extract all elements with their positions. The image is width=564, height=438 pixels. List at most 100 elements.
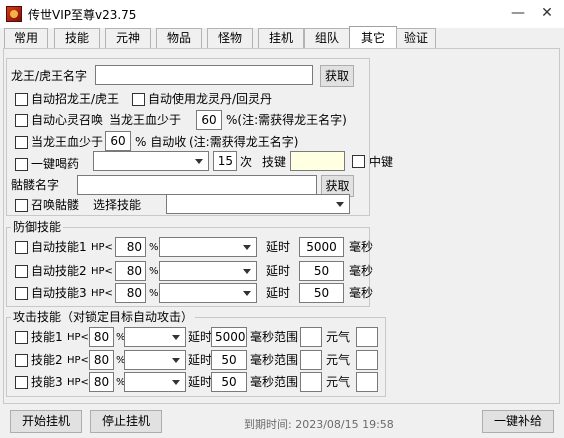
title-bar: 传世VIP至尊v23.75 — ✕	[0, 0, 564, 28]
defense-skill-1-checkbox[interactable]	[15, 241, 28, 254]
auto-recall-suffix: % 自动收	[135, 135, 187, 149]
minimize-icon[interactable]: —	[508, 4, 528, 22]
attack-skill-2-select[interactable]	[124, 350, 186, 370]
recall-note-label: (注:需获得龙王名字)	[189, 135, 299, 149]
hp-prefix: HP<	[91, 288, 113, 299]
defense-skill-2-checkbox[interactable]	[15, 265, 28, 278]
chevron-down-icon	[336, 202, 344, 207]
ms-unit-label: 毫秒	[349, 286, 374, 300]
attack-skill-1-label: 技能1	[31, 330, 63, 344]
defense-skill-3-delay-input[interactable]: 50	[299, 283, 344, 303]
ms-unit-label: 毫秒	[349, 240, 374, 254]
summon-skeleton-checkbox[interactable]	[15, 199, 28, 212]
dragon-name-label: 龙王/虎王名字	[11, 69, 88, 83]
tab-common[interactable]: 常用	[4, 28, 48, 48]
summon-skeleton-label: 召唤骷髅	[31, 198, 80, 212]
percent-label: %	[149, 288, 159, 299]
defense-skill-1-hp-input[interactable]: 80	[115, 237, 146, 257]
attack-skill-1-checkbox[interactable]	[15, 331, 28, 344]
drink-times-input[interactable]: 15	[213, 151, 237, 171]
auto-summon-checkbox[interactable]	[15, 93, 28, 106]
skeleton-skill-select[interactable]	[166, 194, 350, 214]
defense-skill-1-select[interactable]	[159, 237, 257, 257]
attack-skill-3-hp-input[interactable]: 80	[89, 372, 114, 392]
tab-other[interactable]: 其它	[349, 26, 397, 48]
hp-less-label: 当龙王血少于	[109, 113, 182, 127]
chevron-down-icon	[172, 335, 180, 340]
defense-skill-3-label: 自动技能3	[31, 286, 87, 300]
defense-skill-3-checkbox[interactable]	[15, 287, 28, 300]
defense-skill-3-hp-input[interactable]: 80	[115, 283, 146, 303]
percent-label: %	[149, 242, 159, 253]
chevron-down-icon	[172, 358, 180, 363]
auto-pill-checkbox[interactable]	[132, 93, 145, 106]
stop-auto-button[interactable]: 停止挂机	[90, 410, 162, 433]
defense-skill-3-select[interactable]	[159, 283, 257, 303]
hp-prefix: HP<	[67, 377, 89, 388]
attack-skill-3-qi-input[interactable]	[356, 372, 378, 392]
dragon-name-input[interactable]	[95, 65, 313, 85]
defense-skill-2-hp-input[interactable]: 80	[115, 261, 146, 281]
tab-verify[interactable]: 验证	[396, 28, 436, 48]
percent-label: %	[149, 266, 159, 277]
recall-hp-input[interactable]: 60	[105, 131, 131, 151]
heart-summon-label: 自动心灵召唤	[31, 113, 104, 127]
defense-title: 防御技能	[11, 220, 64, 234]
attack-skill-2-hp-input[interactable]: 80	[89, 350, 114, 370]
range-label: 毫秒范围	[250, 330, 299, 344]
delay-label: 延时	[188, 375, 213, 389]
delay-label: 延时	[266, 240, 291, 254]
delay-label: 延时	[188, 353, 213, 367]
tab-auto[interactable]: 挂机	[258, 28, 304, 48]
window-title: 传世VIP至尊v23.75	[28, 8, 137, 22]
hp-prefix: HP<	[91, 266, 113, 277]
attack-skill-2-range-input[interactable]	[300, 350, 322, 370]
defense-skill-2-select[interactable]	[159, 261, 257, 281]
attack-skill-1-hp-input[interactable]: 80	[89, 327, 114, 347]
attack-title: 攻击技能（对锁定目标自动攻击）	[11, 310, 196, 324]
hotkey-label: 技键	[262, 155, 287, 169]
hp-prefix: HP<	[67, 355, 89, 366]
start-auto-button[interactable]: 开始挂机	[10, 410, 82, 433]
chevron-down-icon	[243, 269, 251, 274]
auto-recall-checkbox[interactable]	[15, 136, 28, 149]
tab-monsters[interactable]: 怪物	[207, 28, 253, 48]
drink-checkbox[interactable]	[15, 158, 28, 171]
hotkey-input[interactable]	[290, 151, 345, 171]
middle-key-checkbox[interactable]	[352, 155, 365, 168]
drink-select[interactable]	[93, 151, 209, 171]
attack-skill-3-delay-input[interactable]: 50	[211, 372, 247, 392]
attack-skill-2-checkbox[interactable]	[15, 354, 28, 367]
dragon-get-button[interactable]: 获取	[320, 65, 354, 87]
tab-skills[interactable]: 技能	[54, 28, 100, 48]
attack-skill-1-delay-input[interactable]: 5000	[211, 327, 247, 347]
attack-skill-1-range-input[interactable]	[300, 327, 322, 347]
tab-spirit[interactable]: 元神	[105, 28, 151, 48]
defense-skill-2-label: 自动技能2	[31, 264, 87, 278]
defense-skill-1-label: 自动技能1	[31, 240, 87, 254]
chevron-down-icon	[243, 245, 251, 250]
refill-button[interactable]: 一键补给	[482, 410, 554, 433]
attack-skill-3-select[interactable]	[124, 372, 186, 392]
tab-team[interactable]: 组队	[304, 28, 350, 48]
heart-summon-checkbox[interactable]	[15, 114, 28, 127]
close-icon[interactable]: ✕	[537, 4, 557, 22]
attack-skill-3-checkbox[interactable]	[15, 376, 28, 389]
attack-skill-3-range-input[interactable]	[300, 372, 322, 392]
delay-label: 延时	[266, 264, 291, 278]
defense-skill-2-delay-input[interactable]: 50	[299, 261, 344, 281]
skeleton-name-input[interactable]	[77, 175, 317, 195]
chevron-down-icon	[243, 291, 251, 296]
select-skill-label: 选择技能	[93, 198, 142, 212]
auto-pill-label: 自动使用龙灵丹/回灵丹	[148, 92, 273, 106]
defense-skill-1-delay-input[interactable]: 5000	[299, 237, 344, 257]
attack-skill-2-delay-input[interactable]: 50	[211, 350, 247, 370]
attack-skill-2-qi-input[interactable]	[356, 350, 378, 370]
attack-skill-1-qi-input[interactable]	[356, 327, 378, 347]
attack-skill-2-label: 技能2	[31, 353, 63, 367]
chevron-down-icon	[172, 380, 180, 385]
heart-hp-input[interactable]: 60	[196, 110, 222, 130]
tab-items[interactable]: 物品	[156, 28, 202, 48]
chevron-down-icon	[195, 159, 203, 164]
attack-skill-1-select[interactable]	[124, 327, 186, 347]
